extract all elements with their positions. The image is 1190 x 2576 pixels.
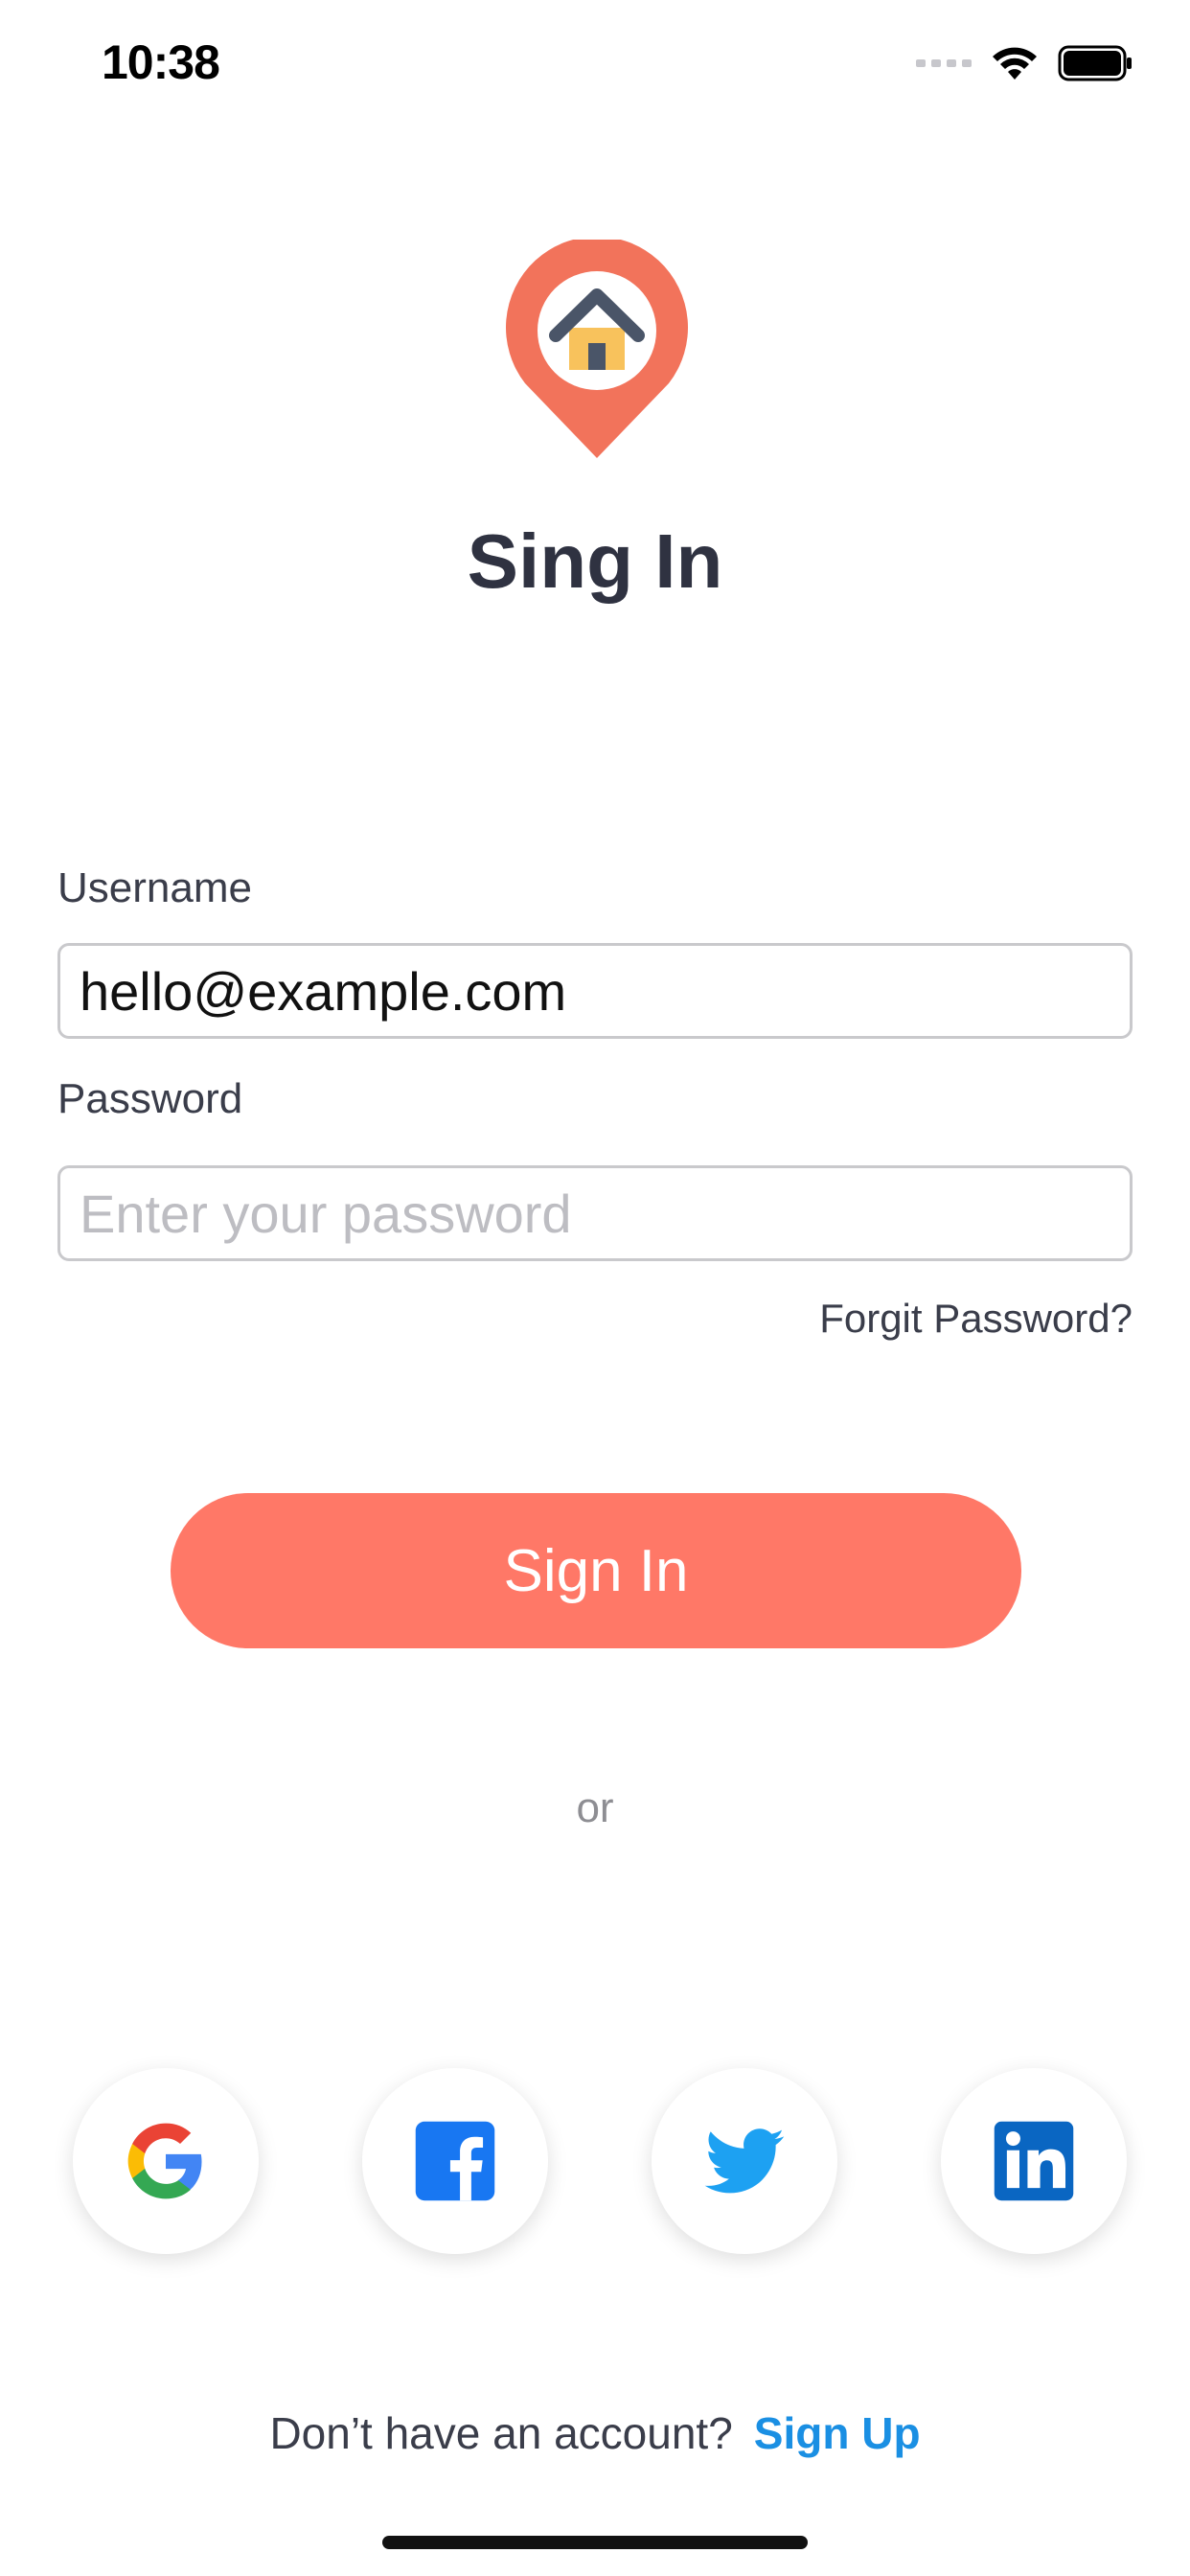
twitter-icon [704,2128,785,2194]
sign-up-link[interactable]: Sign Up [754,2408,921,2458]
facebook-icon [415,2121,495,2201]
home-location-pin-icon [506,240,688,458]
password-field[interactable] [57,1165,1133,1261]
twitter-sign-in-button[interactable] [652,2068,837,2254]
or-divider: or [576,1784,614,1831]
status-bar: 10:38 [0,0,1190,126]
status-time: 10:38 [102,35,220,89]
wifi-icon [993,47,1037,80]
facebook-sign-in-button[interactable] [362,2068,548,2254]
username-field[interactable] [57,943,1133,1039]
forgot-password-link[interactable]: Forgit Password? [819,1296,1133,1342]
home-indicator[interactable] [382,2536,808,2549]
sign-up-question: Don’t have an account? [269,2408,733,2458]
sign-up-prompt: Don’t have an account? Sign Up [0,2407,1190,2459]
google-icon [127,2123,202,2199]
google-sign-in-button[interactable] [73,2068,259,2254]
username-label: Username [57,864,252,911]
page-title: Sing In [467,518,723,604]
battery-icon [1058,45,1132,81]
linkedin-sign-in-button[interactable] [941,2068,1127,2254]
sign-in-button[interactable]: Sign In [171,1493,1021,1648]
linkedin-icon [994,2121,1074,2201]
password-label: Password [57,1075,243,1122]
signal-icon [916,59,972,67]
status-icons [916,44,1133,82]
